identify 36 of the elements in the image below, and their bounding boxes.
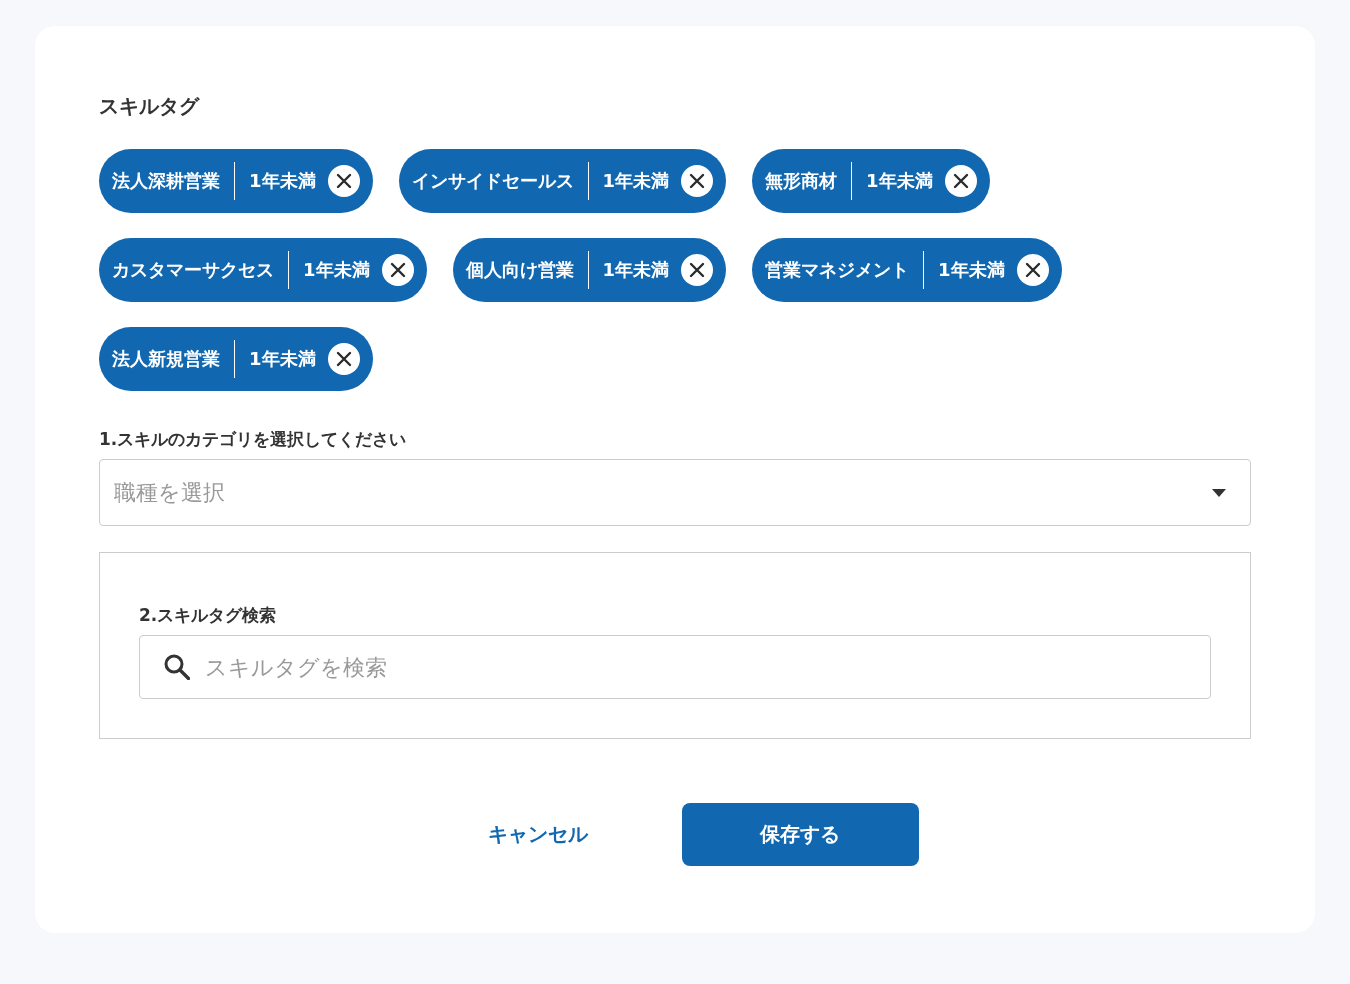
- remove-tag-button[interactable]: [327, 343, 360, 375]
- cancel-button[interactable]: キャンセル: [431, 803, 644, 866]
- remove-tag-button[interactable]: [944, 165, 977, 197]
- close-icon: [681, 165, 714, 197]
- remove-tag-button[interactable]: [681, 165, 714, 197]
- close-icon: [944, 165, 977, 197]
- tag-duration: 1年未満: [303, 258, 370, 282]
- field-label: 2.スキルタグ検索: [139, 604, 277, 627]
- close-icon: [1016, 254, 1049, 286]
- save-button[interactable]: 保存する: [681, 803, 919, 866]
- close-icon: [681, 254, 714, 286]
- field-label: 1.スキルのカテゴリを選択してください: [99, 428, 407, 451]
- close-icon: [381, 254, 414, 286]
- remove-tag-button[interactable]: [1016, 254, 1049, 286]
- caret-icon: [1212, 488, 1226, 497]
- tag-duration: 1年未満: [602, 169, 670, 193]
- tag-name: 無形商材: [765, 169, 838, 193]
- close-icon: [327, 165, 360, 197]
- tag-name: 個人向け営業: [465, 258, 574, 282]
- tag-name: 法人深耕営業: [112, 169, 220, 193]
- search-field[interactable]: スキルタグを検索: [139, 635, 1211, 699]
- tag-name: インサイドセールス: [411, 169, 574, 193]
- tag-duration: 1年未満: [938, 258, 1005, 282]
- tag-name: 法人新規営業: [112, 347, 220, 371]
- search-icon: [164, 654, 190, 680]
- tag-duration: 1年未満: [249, 347, 316, 371]
- remove-tag-button[interactable]: [681, 254, 714, 286]
- close-icon: [327, 343, 360, 375]
- tag-duration: 1年未満: [602, 258, 670, 282]
- tag-name: カスタマーサクセス: [112, 258, 274, 282]
- tag-name: 営業マネジメント: [765, 258, 910, 282]
- remove-tag-button[interactable]: [381, 254, 414, 286]
- section-title: スキルタグ: [99, 93, 199, 120]
- tag-duration: 1年未満: [866, 169, 933, 193]
- tag-duration: 1年未満: [249, 169, 316, 193]
- remove-tag-button[interactable]: [327, 165, 360, 197]
